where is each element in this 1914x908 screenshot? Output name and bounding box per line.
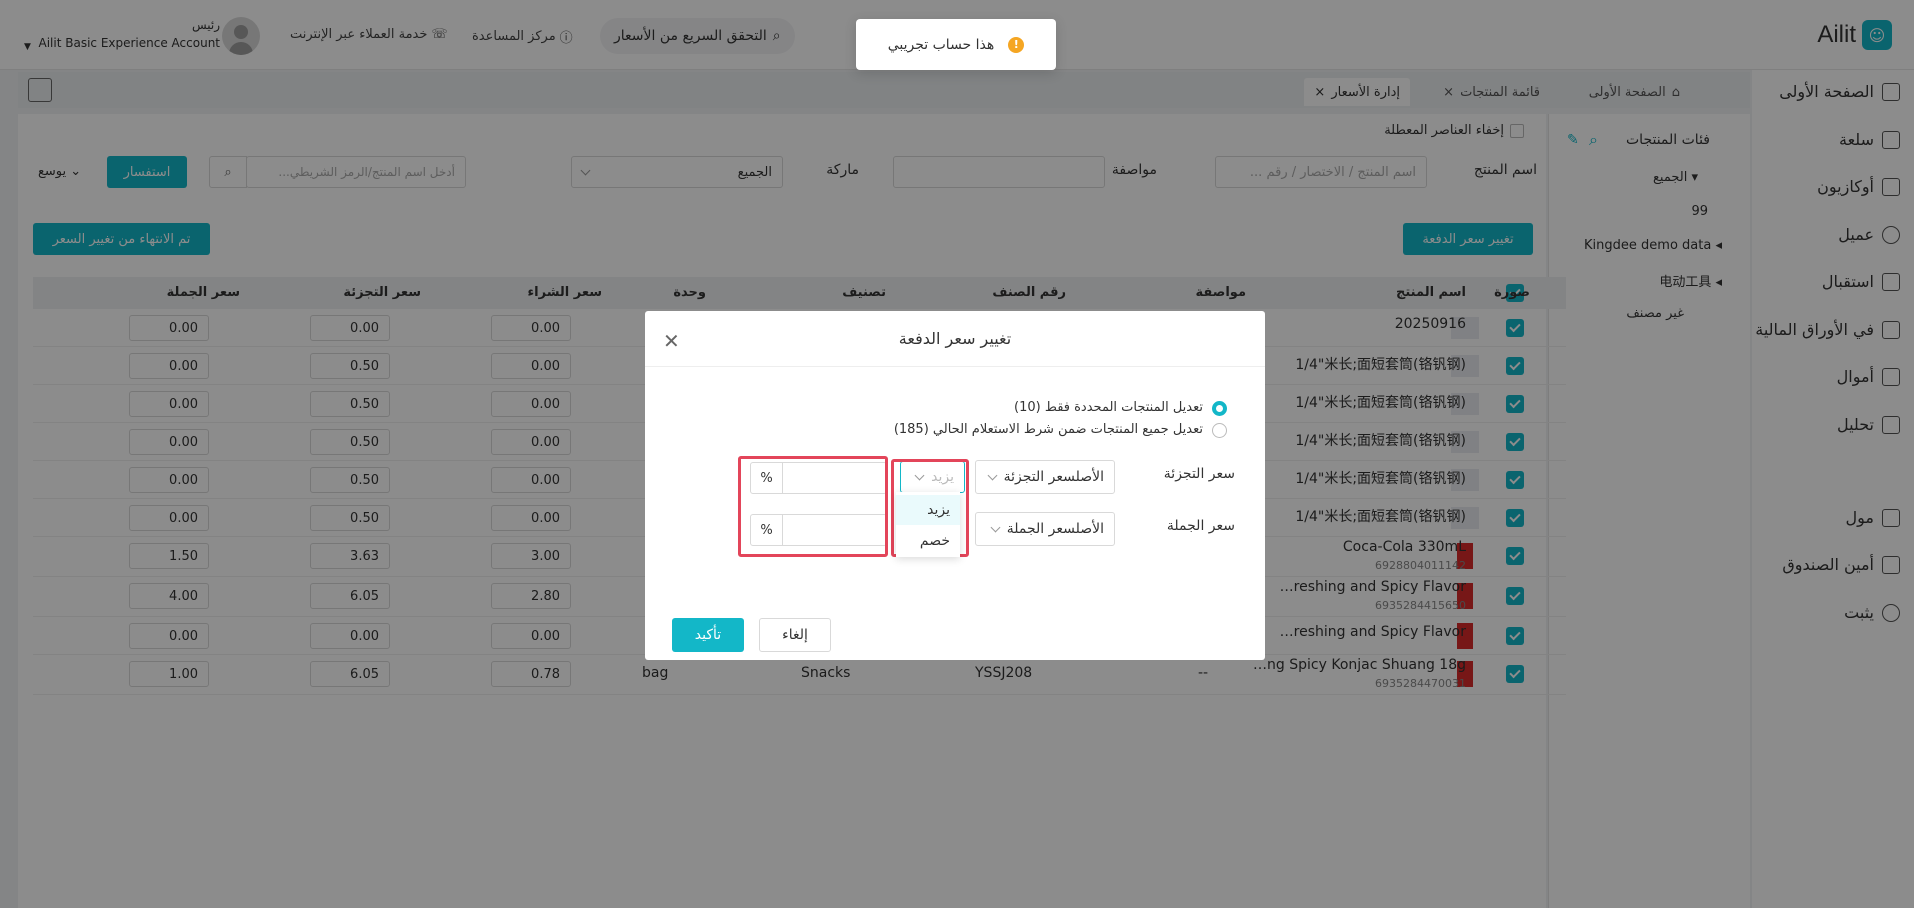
- toast-text: هذا حساب تجريبي: [887, 36, 995, 53]
- wholesale-price-label: سعر الجملة: [1166, 518, 1235, 534]
- chevron-down-icon: [987, 470, 998, 480]
- retail-base-select[interactable]: الأصلسعر التجزئة: [975, 460, 1115, 494]
- highlight-box: [738, 456, 888, 557]
- chevron-down-icon: [990, 522, 1001, 532]
- dropdown-option-discount[interactable]: خصم: [896, 526, 960, 556]
- cancel-button[interactable]: إلغاء: [759, 618, 831, 652]
- confirm-button[interactable]: تأكيد: [672, 618, 744, 652]
- modal-title: تغيير سعر الدفعة: [898, 329, 1012, 348]
- demo-account-toast: ! هذا حساب تجريبي: [856, 19, 1056, 70]
- option-all-label: تعديل جميع المنتجات ضمن شرط الاستعلام ال…: [893, 422, 1203, 437]
- divider: [645, 366, 1265, 367]
- wholesale-base-select[interactable]: الأصلسعر الجملة: [975, 512, 1115, 546]
- radio-selected-only[interactable]: [1212, 401, 1227, 416]
- radio-all-query[interactable]: [1212, 423, 1227, 438]
- option-selected-label: تعديل المنتجات المحددة فقط (10): [1014, 400, 1203, 415]
- wholesale-base-value: الأصلسعر الجملة: [1006, 521, 1104, 537]
- close-icon[interactable]: ✕: [663, 329, 680, 353]
- retail-base-value: الأصلسعر التجزئة: [1003, 469, 1104, 485]
- batch-price-modal: تغيير سعر الدفعة ✕ تعديل المنتجات المحدد…: [645, 311, 1265, 660]
- retail-price-label: سعر التجزئة: [1163, 466, 1235, 482]
- warning-icon: !: [1008, 36, 1025, 53]
- operation-dropdown: يزيد خصم: [896, 492, 960, 557]
- dropdown-option-increase[interactable]: يزيد: [896, 495, 960, 525]
